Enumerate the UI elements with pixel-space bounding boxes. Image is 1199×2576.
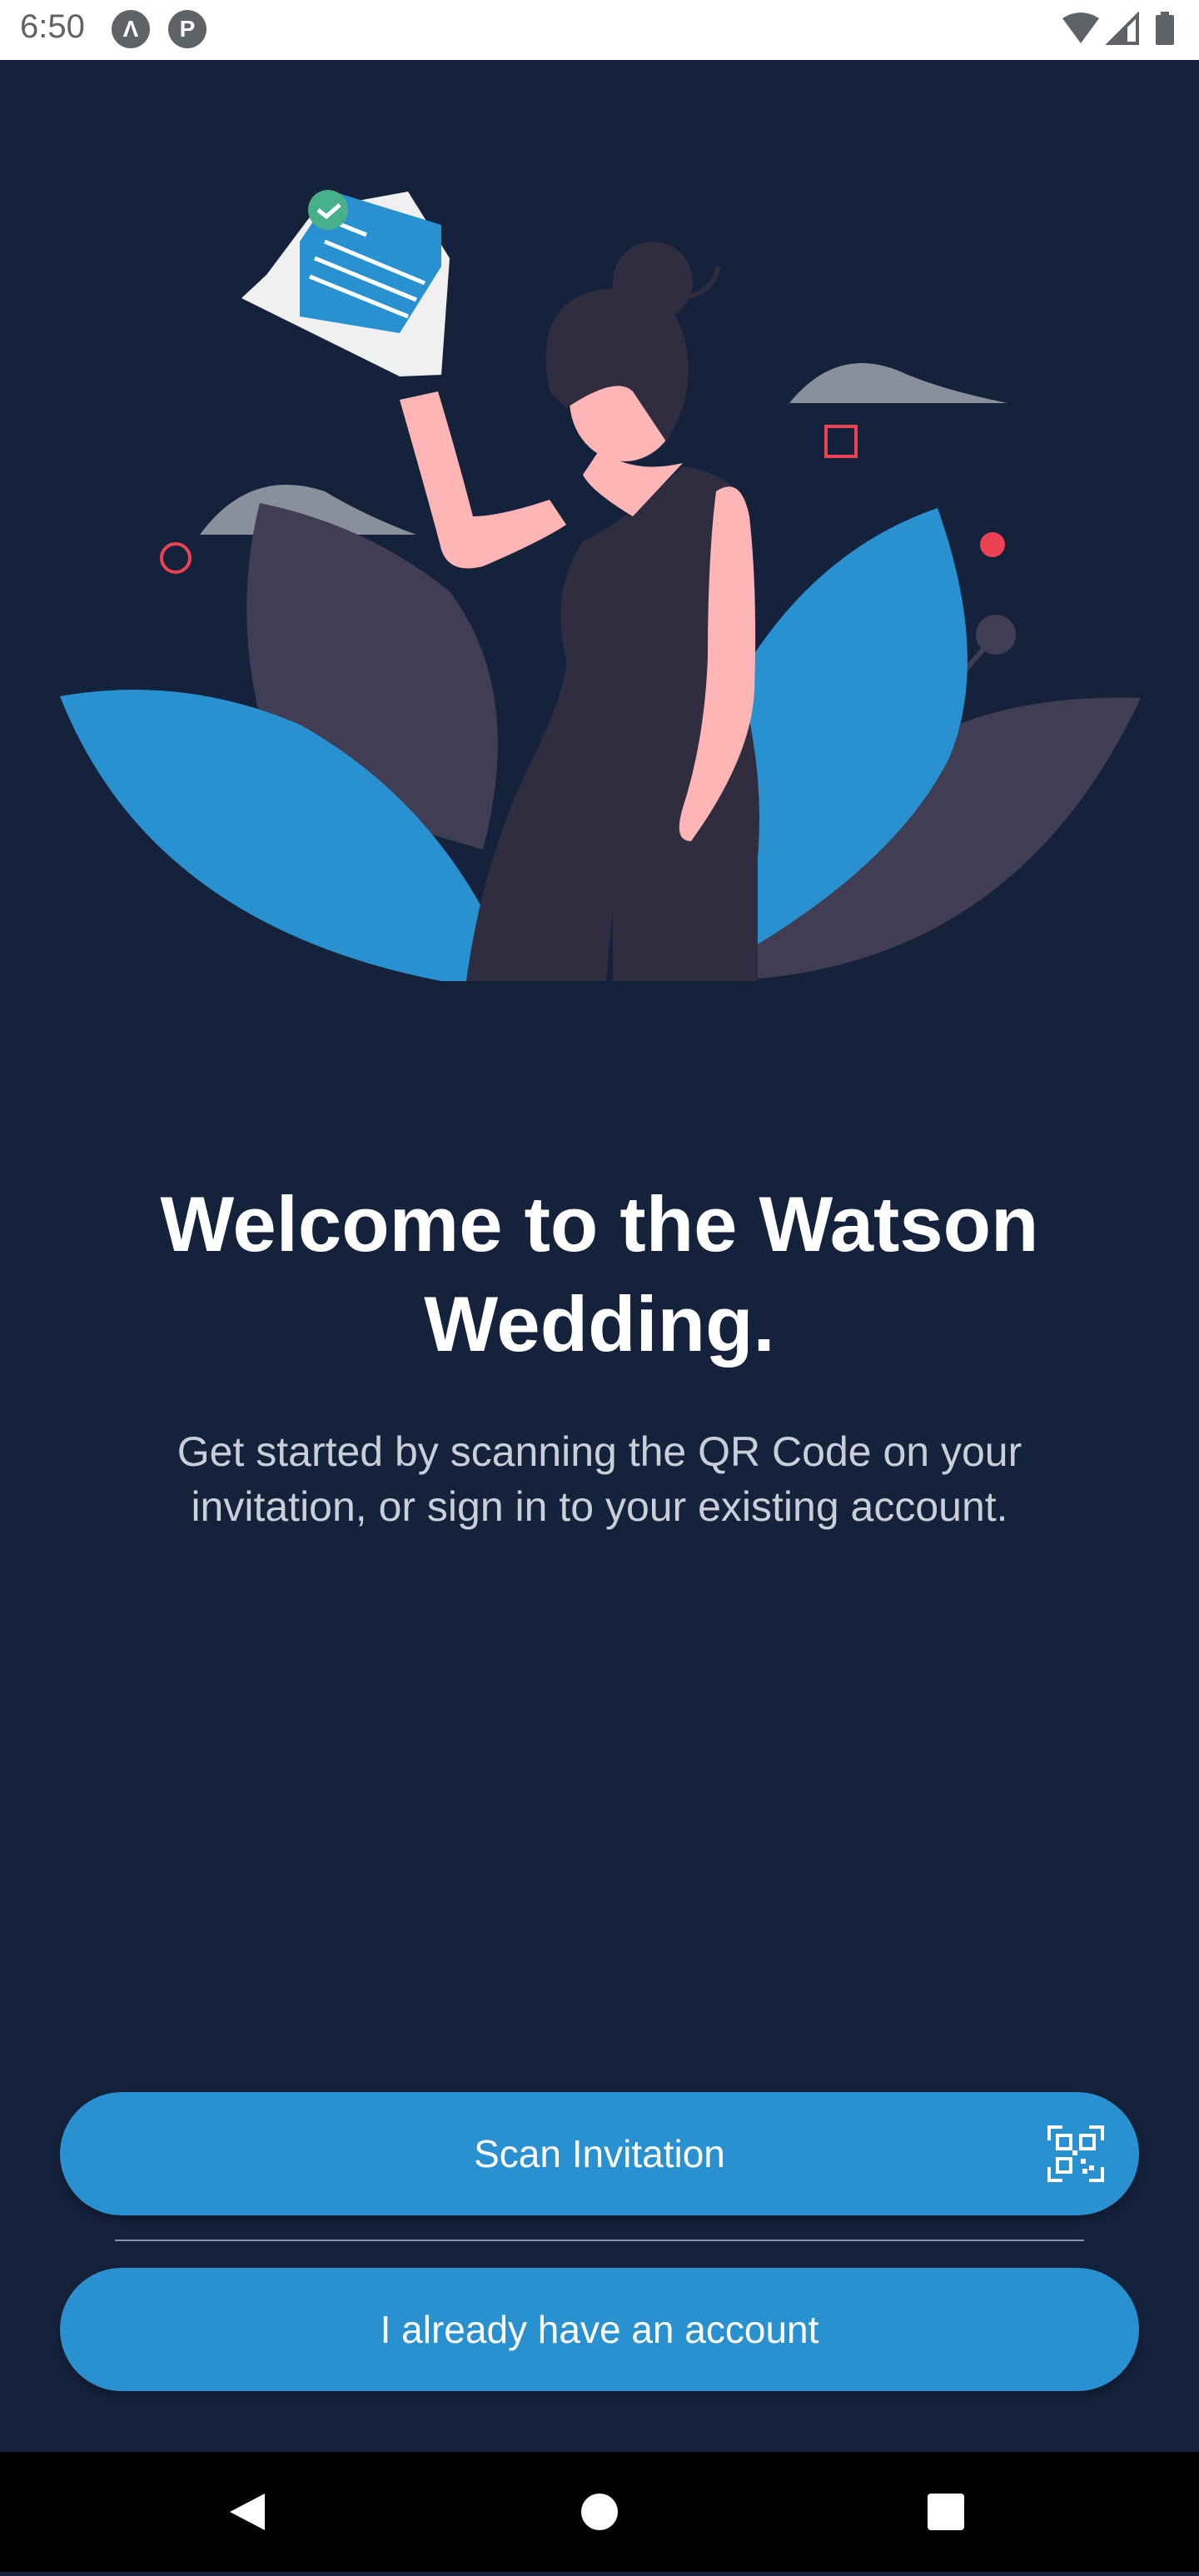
system-navigation-bar — [0, 2452, 1199, 2572]
existing-account-button[interactable]: I already have an account — [60, 2268, 1139, 2391]
wifi-icon — [1062, 12, 1099, 43]
status-bar: 6:50 Λ P — [0, 0, 1199, 60]
welcome-subtitle: Get started by scanning the QR Code on y… — [177, 1428, 1022, 1530]
home-icon[interactable] — [581, 2494, 618, 2530]
app-notification-icon: Λ — [112, 10, 150, 48]
recents-icon[interactable] — [928, 2494, 964, 2530]
qr-code-icon — [1047, 2125, 1104, 2182]
scan-invitation-label: Scan Invitation — [474, 2132, 725, 2175]
status-time: 6:50 — [20, 8, 85, 45]
page-title: Welcome to the Watson Wedding. — [160, 1180, 1039, 1368]
app-notification-icon: P — [168, 10, 206, 48]
hero-illustration — [50, 125, 1149, 991]
back-icon[interactable] — [230, 2494, 265, 2530]
status-indicators — [1062, 11, 1179, 48]
scan-invitation-button[interactable]: Scan Invitation — [60, 2092, 1139, 2215]
woman-with-invitation-illustration — [60, 190, 1141, 982]
battery-icon — [1156, 12, 1174, 45]
existing-account-label: I already have an account — [380, 2308, 819, 2351]
button-divider — [115, 2240, 1084, 2241]
signal-icon — [1105, 11, 1139, 45]
